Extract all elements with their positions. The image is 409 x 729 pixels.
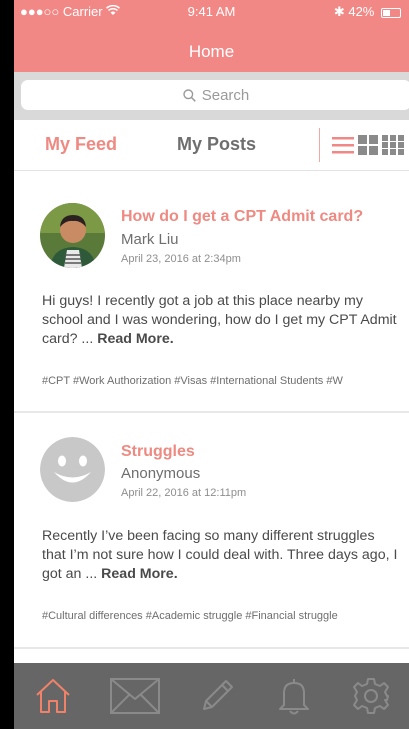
gear-icon[interactable] — [350, 675, 392, 717]
page-title: Home — [188, 42, 235, 61]
post-author: Mark Liu — [121, 231, 179, 248]
small-grid-icon[interactable] — [382, 135, 404, 155]
battery-icon — [381, 7, 401, 18]
search-input[interactable]: Search — [21, 80, 409, 110]
battery-percent: 42% — [348, 4, 375, 19]
read-more-link[interactable]: Read More. — [97, 331, 173, 347]
home-icon[interactable] — [32, 675, 74, 717]
search-placeholder: Search — [201, 86, 250, 104]
large-grid-icon[interactable] — [358, 135, 378, 155]
header: ●●●○○ Carrier 9:41 AM ✱ 42% Home — [14, 0, 409, 72]
battery-status: ✱ 42% — [334, 4, 401, 20]
read-more-link[interactable]: Read More. — [101, 566, 177, 582]
list-view-icon[interactable] — [332, 135, 354, 155]
post-body: Hi guys! I recently got a job at this pl… — [42, 292, 402, 349]
view-toggle — [319, 128, 404, 162]
post-author: Anonymous — [121, 465, 201, 482]
search-bar: Search — [14, 72, 409, 120]
anonymous-avatar-icon[interactable] — [40, 437, 105, 502]
bluetooth-icon: ✱ — [333, 4, 345, 19]
post-title[interactable]: Struggles — [121, 443, 195, 461]
status-bar: ●●●○○ Carrier 9:41 AM ✱ 42% — [14, 0, 409, 22]
tab-my-posts[interactable]: My Posts — [177, 134, 256, 155]
post-excerpt: Hi guys! I recently got a job at this pl… — [42, 293, 397, 347]
app-screen: ●●●○○ Carrier 9:41 AM ✱ 42% Home Search … — [14, 0, 409, 729]
post-title[interactable]: How do I get a CPT Admit card? — [121, 208, 363, 226]
search-icon — [183, 88, 196, 102]
feed-tabs: My Feed My Posts — [14, 120, 409, 171]
mail-icon[interactable] — [109, 675, 161, 717]
feed-list: How do I get a CPT Admit card? Mark Liu … — [14, 171, 409, 663]
avatar[interactable] — [40, 203, 105, 268]
post-card[interactable]: How do I get a CPT Admit card? Mark Liu … — [14, 171, 409, 413]
pencil-icon[interactable] — [196, 675, 238, 717]
bell-icon[interactable] — [273, 675, 315, 717]
post-excerpt: Recently I’ve been facing so many differ… — [42, 528, 398, 582]
post-body: Recently I’ve been facing so many differ… — [42, 527, 402, 584]
post-date: April 22, 2016 at 12:11pm — [121, 487, 247, 499]
post-tags[interactable]: #CPT #Work Authorization #Visas #Interna… — [42, 375, 409, 387]
post-tags[interactable]: #Cultural differences #Academic struggle… — [42, 610, 409, 622]
tab-my-feed[interactable]: My Feed — [45, 134, 117, 155]
post-date: April 23, 2016 at 2:34pm — [121, 253, 241, 265]
post-card[interactable]: Struggles Anonymous April 22, 2016 at 12… — [14, 413, 409, 649]
bottom-tab-bar — [14, 663, 409, 729]
